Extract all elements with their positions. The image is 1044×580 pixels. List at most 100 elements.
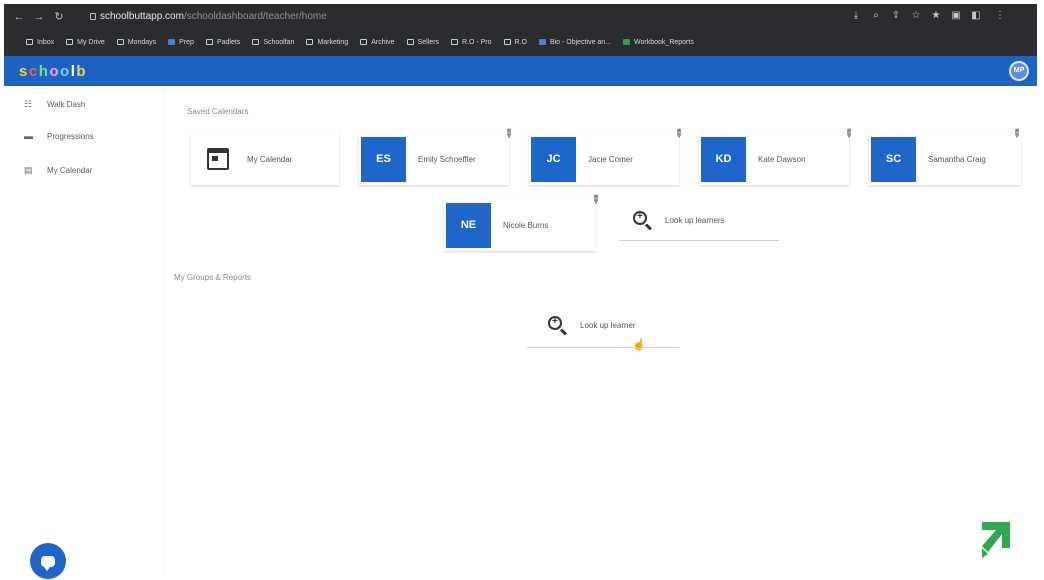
initials-badge: ES — [361, 136, 406, 182]
share-icon[interactable]: ⇪ — [890, 10, 902, 22]
bookmark-item[interactable]: R.O - Pro — [450, 38, 492, 46]
folder-icon — [360, 39, 368, 45]
calendar-card-sc[interactable]: SC Samantha Craig ✎ — [869, 126, 1024, 185]
look-up-learner-button[interactable]: + Look up learner — [548, 316, 636, 336]
folder-icon — [306, 39, 314, 45]
chat-icon — [41, 555, 55, 571]
sidebar-item-my-calendar[interactable]: ▤ My Calendar — [24, 162, 92, 178]
section-title-groups-reports: My Groups & Reports — [174, 273, 251, 282]
lookup-label: Look up learners — [665, 215, 725, 225]
sheet-icon — [623, 39, 631, 45]
bookmark-item[interactable]: Inbox — [26, 39, 54, 46]
my-calendar-card[interactable]: My Calendar — [191, 133, 339, 185]
avatar[interactable]: MP — [1009, 61, 1029, 81]
card-label: Jacie Comer — [588, 154, 633, 164]
sidebar-item-walk-dash[interactable]: ☷ Walk Dash — [24, 96, 85, 112]
link-icon — [450, 39, 458, 45]
bookmark-label: Marketing — [317, 38, 349, 46]
search-plus-icon: + — [633, 211, 653, 231]
bookmarks-bar: Inbox My Drive Mondays Prep Padlets Schoolfan… — [4, 30, 1037, 54]
card-label: My Calendar — [247, 154, 293, 164]
calendar-card-ne[interactable]: NE Nicole Burns ✎ — [444, 192, 603, 251]
pin-icon[interactable]: ✎ — [588, 192, 604, 207]
logo-letter: b — [76, 62, 86, 80]
bookmark-label: Archive — [371, 38, 395, 46]
bookmark-item[interactable]: Marketing — [306, 39, 348, 46]
folder-icon — [205, 39, 213, 45]
folder-icon — [503, 39, 511, 45]
initials-badge: JC — [531, 136, 576, 182]
back-icon[interactable]: ← — [12, 10, 26, 24]
logo-letter: c — [28, 62, 37, 80]
calendar-card-es[interactable]: ES Emily Schoeffler ✎ — [359, 126, 516, 185]
bookmark-item[interactable]: Schoolfan — [252, 39, 294, 46]
sidebar-item-label: Progressions — [47, 131, 94, 141]
menu-dots-icon[interactable]: ⋮ — [994, 10, 1006, 22]
extension-icon[interactable]: ★ — [930, 10, 942, 22]
calendar-icon: ▤ — [24, 165, 33, 175]
bookmark-item[interactable]: Padlets — [205, 38, 241, 46]
zoom-icon[interactable]: ⌕ — [870, 10, 882, 22]
bookmark-label: Prep — [179, 38, 194, 46]
pointer-cursor-icon: ☝ — [632, 339, 646, 351]
bookmark-item[interactable]: Prep — [168, 39, 194, 46]
bookmark-item[interactable]: Archive — [360, 38, 395, 46]
browser-chrome: ← → ↻ schoolbuttapp.com/schooldashboard/… — [4, 4, 1037, 56]
page: ← → ↻ schoolbuttapp.com/schooldashboard/… — [0, 0, 1044, 580]
bookmark-label: R.O - Pro — [461, 38, 492, 46]
sidebar-item-label: My Calendar — [47, 165, 93, 175]
bookmark-item[interactable]: Sellers — [406, 39, 439, 46]
app-logo[interactable]: schoolb — [18, 61, 86, 81]
sidebar-item-progressions[interactable]: ▬ Progressions — [24, 128, 94, 144]
logo-letter: s — [19, 62, 27, 80]
mail-icon — [26, 39, 33, 45]
bookmark-label: Inbox — [37, 38, 55, 46]
reload-icon[interactable]: ↻ — [52, 10, 66, 24]
app-header: schoolb MP — [4, 56, 1037, 86]
initials-badge: SC — [871, 136, 916, 182]
lock-icon — [90, 13, 96, 20]
bookmark-item[interactable]: Bio - Objective an... — [538, 38, 612, 46]
lookup-label: Look up learner — [580, 320, 636, 330]
bookmark-item[interactable]: My Drive — [66, 39, 105, 46]
forward-icon[interactable]: → — [32, 10, 46, 24]
calendar-card-jc[interactable]: JC Jacie Comer ✎ — [529, 126, 686, 185]
download-icon[interactable]: ⤓ — [850, 10, 862, 22]
bookmark-star-icon[interactable]: ☆ — [910, 10, 922, 22]
divider — [527, 347, 679, 348]
pin-icon[interactable]: ✎ — [501, 126, 517, 141]
card-label: Nicole Burns — [503, 220, 549, 230]
pin-icon[interactable]: ✎ — [1009, 126, 1025, 141]
calendar-icon — [207, 148, 229, 170]
bookmark-label: Schoolfan — [263, 38, 295, 46]
sidebar-item-label: Walk Dash — [47, 99, 86, 109]
calendar-card-kd[interactable]: KD Kate Dawson ✎ — [699, 126, 856, 185]
logo-letter: h — [38, 62, 48, 80]
bookmark-item[interactable]: Mondays — [116, 38, 157, 46]
address-bar[interactable]: schoolbuttapp.com/schooldashboard/teache… — [100, 10, 327, 24]
folder-icon — [116, 39, 124, 45]
divider — [619, 240, 779, 241]
pin-icon[interactable]: ✎ — [671, 126, 687, 141]
url-host: schoolbuttapp.com — [100, 11, 184, 22]
bookmark-label: Mondays — [127, 38, 157, 46]
pin-icon[interactable]: ✎ — [841, 126, 857, 141]
puzzle-icon[interactable]: ▣ — [950, 10, 962, 22]
search-plus-icon: + — [548, 316, 568, 336]
bookmark-label: Padlets — [216, 38, 241, 46]
url-path: /schooldashboard/teacher/home — [183, 11, 327, 22]
folder-icon — [252, 39, 260, 45]
look-up-learners-button[interactable]: + Look up learners — [633, 211, 725, 231]
chat-button[interactable] — [30, 543, 66, 579]
bookmark-item[interactable]: R.O — [503, 39, 527, 46]
doc-icon — [168, 39, 176, 45]
bookmark-item[interactable]: Workbook_Reports — [623, 39, 694, 46]
bookmark-label: Bio - Objective an... — [549, 38, 612, 46]
profile-icon[interactable]: ◧ — [970, 10, 982, 22]
drive-icon — [66, 39, 74, 45]
grid-icon: ☷ — [24, 99, 33, 109]
initials-badge: NE — [446, 202, 491, 248]
section-title-saved-calendars: Saved Calendars — [187, 107, 249, 116]
logo-letter: o — [49, 62, 59, 80]
bookmark-label: My Drive — [77, 38, 105, 46]
